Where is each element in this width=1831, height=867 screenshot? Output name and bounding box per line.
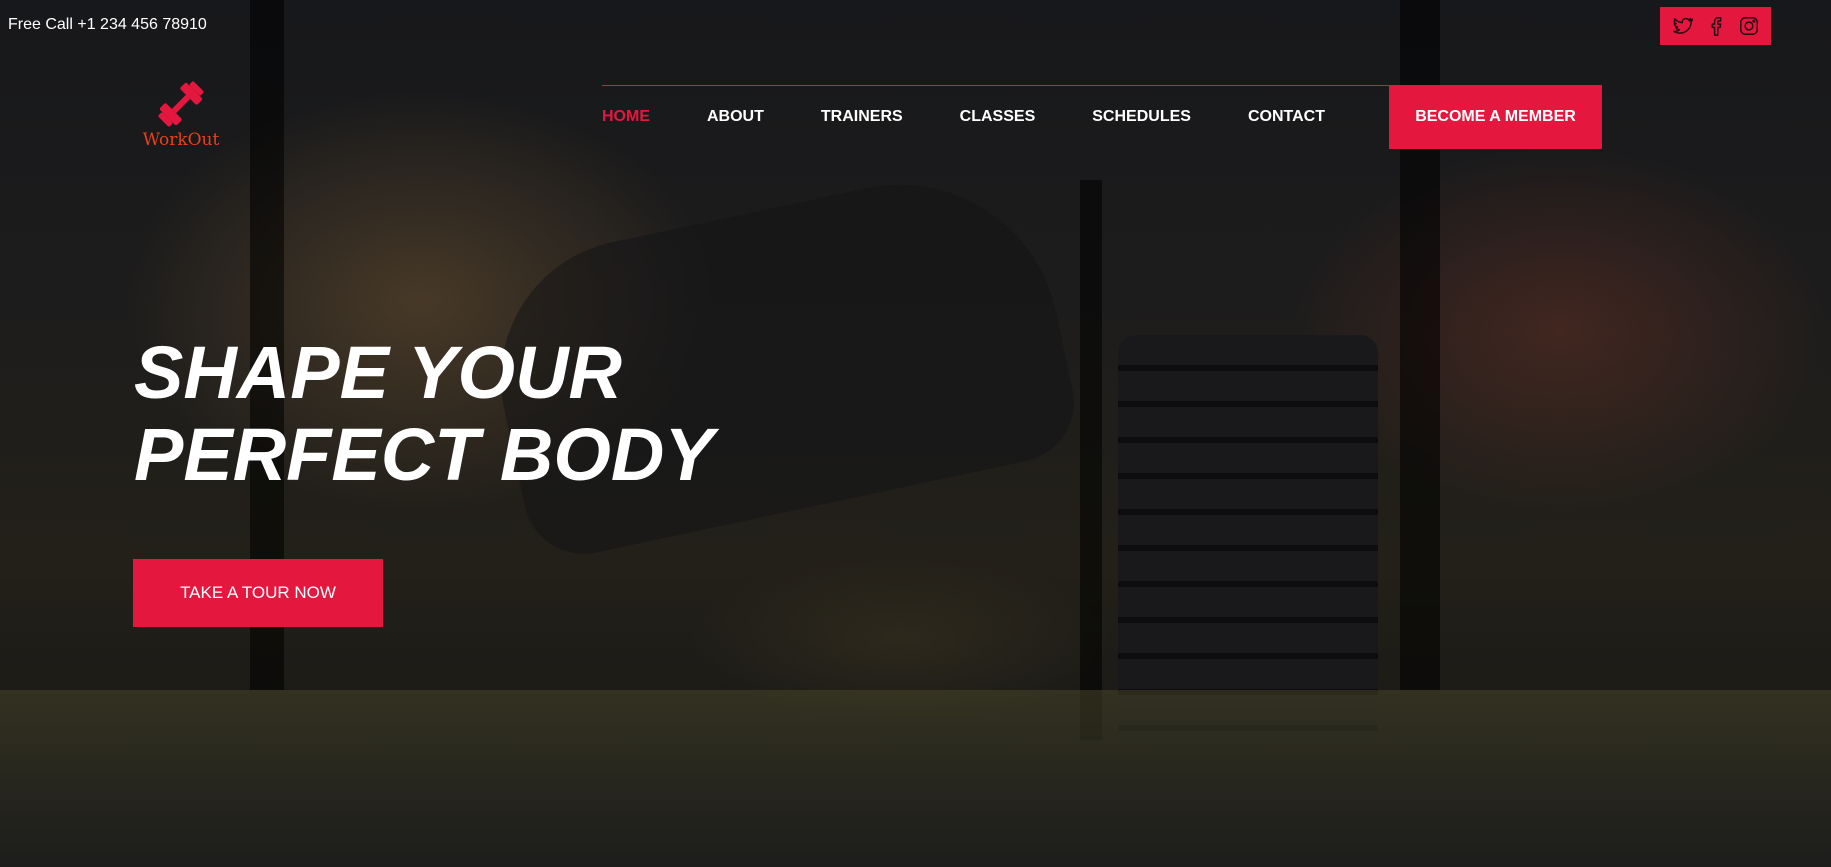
facebook-icon[interactable] <box>1705 15 1727 37</box>
nav-item-contact[interactable]: CONTACT <box>1248 108 1325 126</box>
instagram-icon[interactable] <box>1738 15 1760 37</box>
gym-rack-pillar <box>1080 180 1102 740</box>
tire-stack-image <box>1118 335 1378 745</box>
hero-title-line: PERFECT BODY <box>134 413 714 496</box>
logo-text: WorkOut <box>142 130 220 150</box>
main-nav: HOME ABOUT TRAINERS CLASSES SCHEDULES CO… <box>602 107 1325 127</box>
nav-item-about[interactable]: ABOUT <box>707 108 764 126</box>
nav-item-schedules[interactable]: SCHEDULES <box>1092 108 1191 126</box>
hero-title: SHAPE YOUR PERFECT BODY <box>134 332 714 496</box>
free-call-phone: Free Call +1 234 456 78910 <box>8 16 207 33</box>
nav-item-home[interactable]: HOME <box>602 108 650 126</box>
take-tour-button[interactable]: TAKE A TOUR NOW <box>133 559 383 627</box>
twitter-icon[interactable] <box>1671 15 1694 37</box>
become-member-button[interactable]: BECOME A MEMBER <box>1389 85 1602 149</box>
gym-floor <box>0 690 1831 867</box>
site-logo[interactable]: WorkOut <box>138 78 224 158</box>
nav-item-classes[interactable]: CLASSES <box>960 108 1036 126</box>
social-links <box>1660 7 1771 45</box>
nav-item-trainers[interactable]: TRAINERS <box>821 108 903 126</box>
dumbbell-icon <box>158 81 204 127</box>
hero-title-line: SHAPE YOUR <box>134 331 622 414</box>
nav-divider <box>602 85 1390 86</box>
